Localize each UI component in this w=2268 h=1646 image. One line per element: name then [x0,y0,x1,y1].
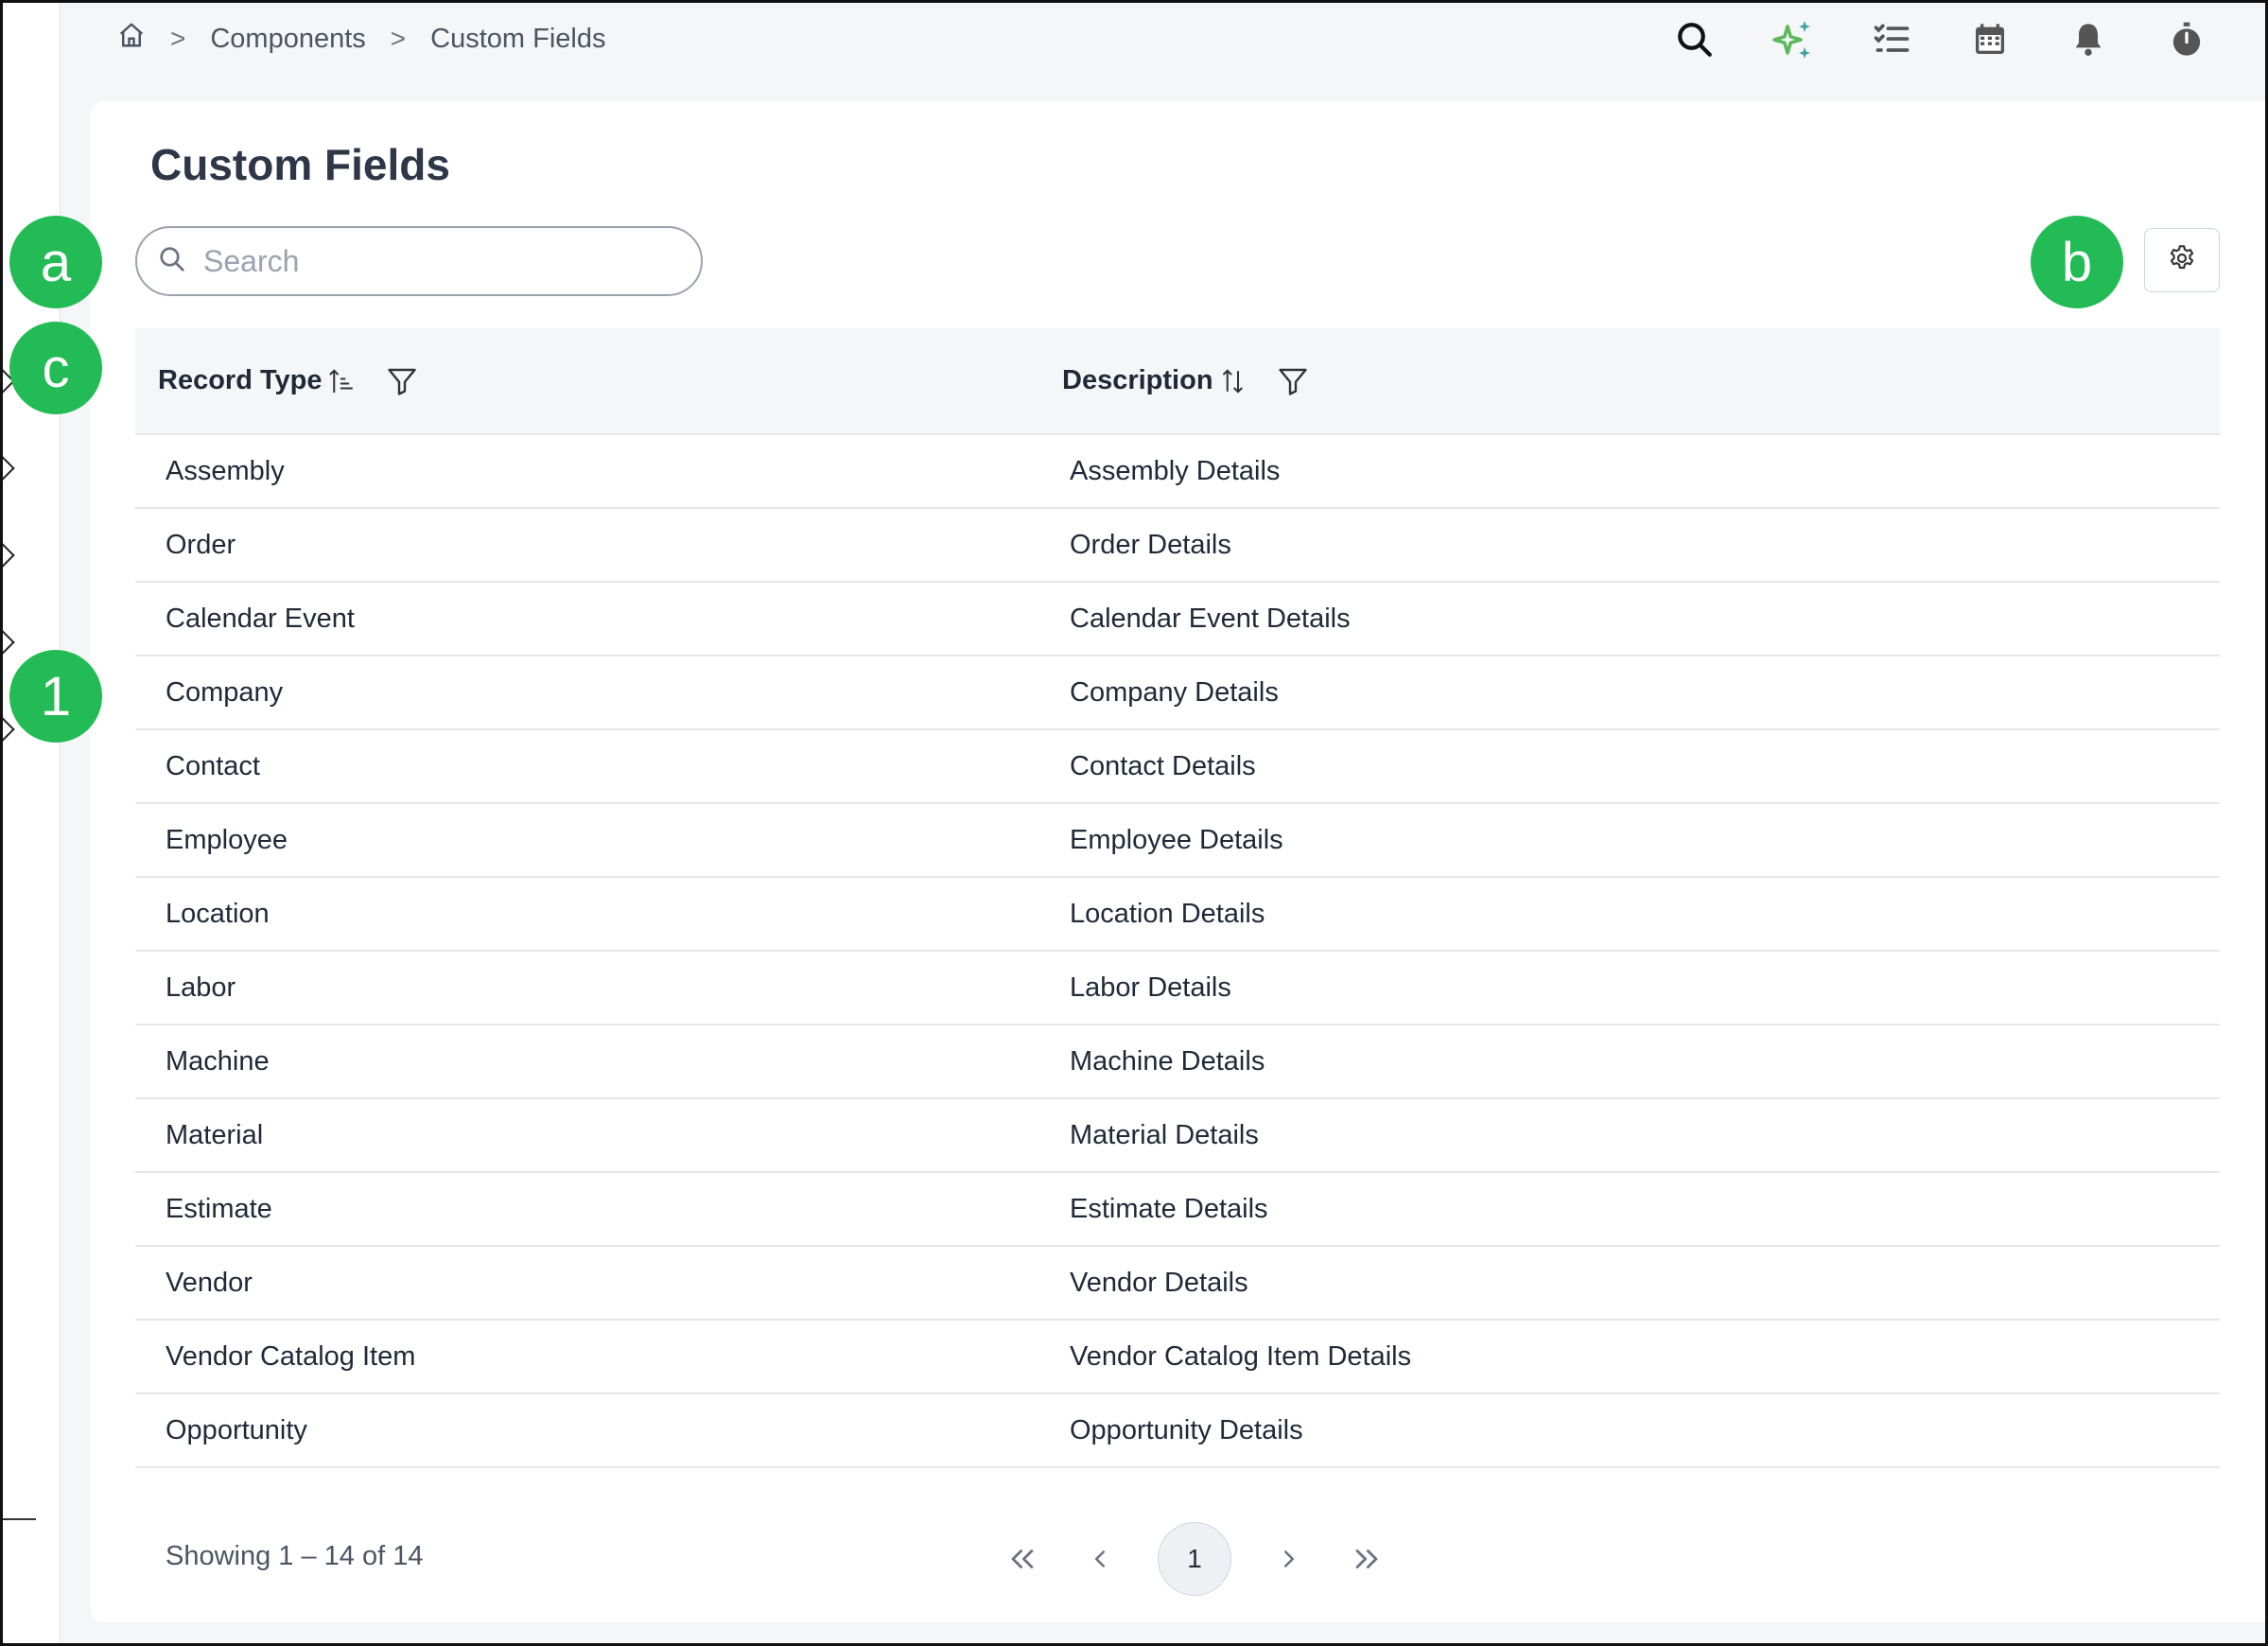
cell-record-type: Machine [166,1045,270,1077]
table-row[interactable]: Calendar Event Calendar Event Details [135,583,2220,657]
bell-icon[interactable] [2064,15,2113,64]
cell-record-type: Location [166,898,270,929]
cell-record-type: Opportunity [166,1414,307,1445]
breadcrumb-separator: > [390,24,407,53]
breadcrumb-custom-fields: Custom Fields [430,23,606,54]
cell-record-type: Calendar Event [166,603,355,634]
column-label: Record Type [158,365,323,395]
search-field[interactable] [135,226,703,296]
filter-icon[interactable] [385,364,419,398]
cell-record-type: Material [166,1119,264,1150]
cell-description: Opportunity Details [1070,1414,1303,1445]
column-header-record-type[interactable]: Record Type [135,364,1062,398]
timer-icon[interactable] [2162,15,2211,64]
cell-record-type: Contact [166,750,260,781]
cell-record-type: Labor [166,972,236,1003]
callout-c: c [9,322,102,414]
table-row[interactable]: Contact Contact Details [135,730,2220,804]
cell-description: Location Details [1070,898,1265,929]
cell-description: Assembly Details [1070,455,1281,486]
table-row[interactable]: Assembly Assembly Details [135,435,2220,509]
table-row[interactable]: Material Material Details [135,1099,2220,1173]
gear-icon [2167,243,2197,278]
cell-record-type: Company [166,676,284,708]
cell-description: Contact Details [1070,750,1256,781]
first-page-icon[interactable] [1003,1539,1042,1579]
table-row[interactable]: Company Company Details [135,657,2220,730]
next-page-icon[interactable] [1269,1539,1309,1579]
cell-record-type: Estimate [166,1193,272,1224]
cell-description: Vendor Catalog Item Details [1070,1340,1412,1372]
table-row[interactable]: Employee Employee Details [135,804,2220,878]
cell-record-type: Vendor Catalog Item [166,1340,416,1372]
filter-icon[interactable] [1276,364,1310,398]
chevron-right-icon[interactable] [0,543,15,568]
checklist-icon[interactable] [1867,15,1916,64]
cell-description: Company Details [1070,676,1279,708]
cell-record-type: Order [166,529,236,560]
sparkle-icon[interactable] [1769,15,1818,64]
page-title: Custom Fields [150,140,450,189]
table-row[interactable]: Vendor Vendor Details [135,1247,2220,1321]
pagination: 1 [1003,1522,1387,1596]
table-body: Assembly Assembly Details Order Order Detai… [135,435,2220,1468]
search-input[interactable] [203,243,676,279]
cell-description: Vendor Details [1070,1267,1248,1298]
callout-a: a [9,216,102,308]
top-icon-bar [1670,15,2211,64]
table-row[interactable]: Machine Machine Details [135,1025,2220,1099]
table-row[interactable]: Location Location Details [135,878,2220,952]
breadcrumb-components[interactable]: Components [210,24,365,55]
cell-description: Employee Details [1070,824,1283,855]
cell-record-type: Assembly [166,455,285,486]
sort-ascending-icon[interactable] [328,366,357,396]
search-icon[interactable] [1670,15,1719,64]
custom-fields-table: Record Type Description Assembly Assembl… [135,328,2220,1468]
breadcrumb-separator: > [170,24,186,53]
calendar-icon[interactable] [1965,15,2015,64]
home-icon[interactable] [117,21,146,57]
cell-description: Estimate Details [1070,1193,1268,1224]
cell-description: Machine Details [1070,1045,1265,1077]
column-header-description[interactable]: Description [1062,364,1310,398]
column-label: Description [1062,365,1213,395]
page-number-button[interactable]: 1 [1158,1522,1231,1596]
table-header: Record Type Description [135,328,2220,435]
callout-1: 1 [9,650,102,743]
last-page-icon[interactable] [1347,1539,1387,1579]
main-card: Custom Fields Record Type [90,101,2268,1622]
pagination-summary: Showing 1 – 14 of 14 [166,1541,424,1571]
cell-description: Labor Details [1070,972,1231,1003]
settings-button[interactable] [2144,228,2220,292]
cell-description: Calendar Event Details [1070,603,1351,634]
divider [0,1518,36,1520]
table-row[interactable]: Vendor Catalog Item Vendor Catalog Item D… [135,1321,2220,1394]
search-icon [158,245,186,278]
cell-record-type: Employee [166,824,288,855]
table-row[interactable]: Labor Labor Details [135,952,2220,1025]
table-row[interactable]: Order Order Details [135,509,2220,583]
cell-description: Order Details [1070,529,1231,560]
table-row[interactable]: Opportunity Opportunity Details [135,1394,2220,1468]
breadcrumb: > Components > Custom Fields [117,21,605,57]
table-row[interactable]: Estimate Estimate Details [135,1173,2220,1247]
chevron-right-icon[interactable] [0,456,15,481]
sort-icon[interactable] [1219,366,1247,396]
callout-b: b [2031,216,2123,308]
top-bar: > Components > Custom Fields [61,0,2268,95]
cell-record-type: Vendor [166,1267,253,1298]
chevron-right-icon[interactable] [0,717,15,742]
chevron-right-icon[interactable] [0,630,15,655]
cell-description: Material Details [1070,1119,1259,1150]
previous-page-icon[interactable] [1080,1539,1120,1579]
